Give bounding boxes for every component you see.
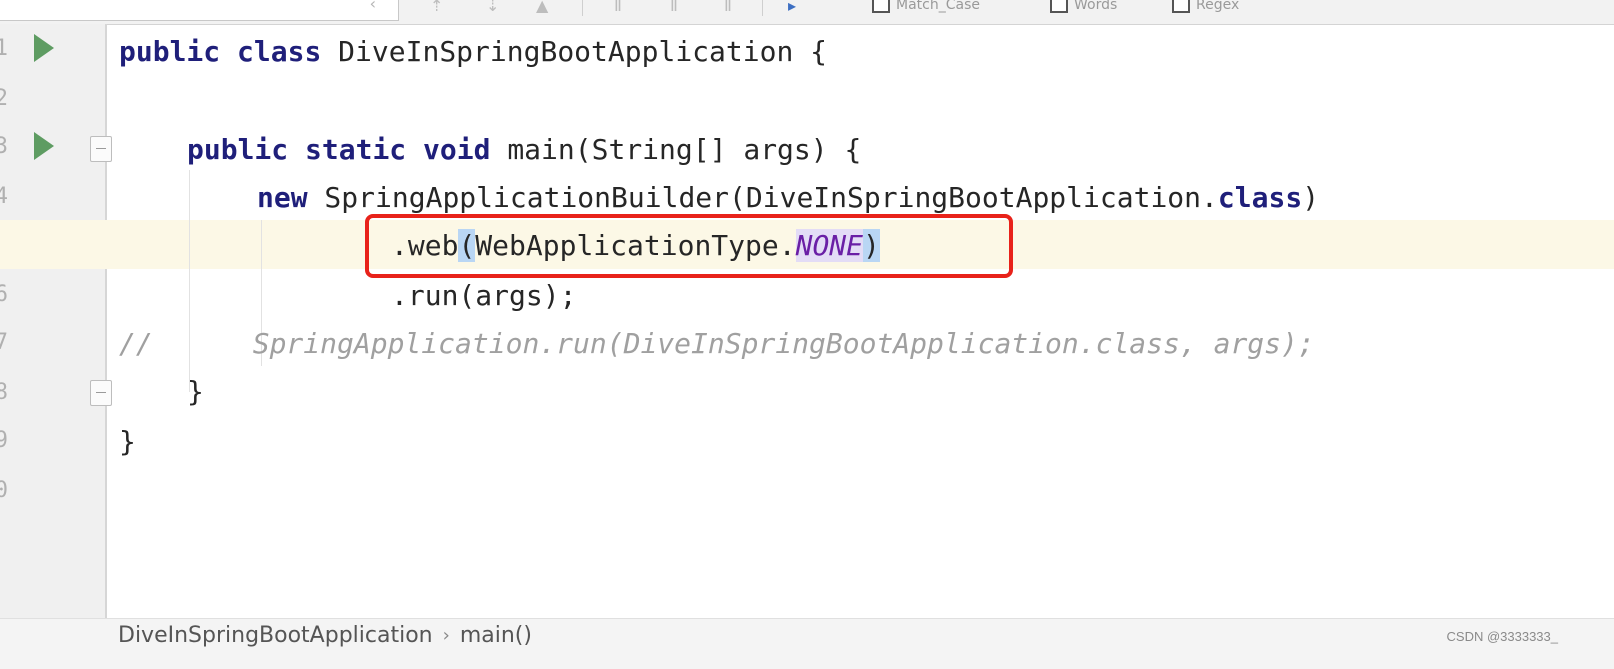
line-number: 0 (0, 478, 8, 503)
keyword: new (257, 181, 308, 214)
match-case-label: Match_Case (896, 0, 980, 13)
keyword: static (305, 133, 407, 166)
line-number: 2 (0, 86, 8, 111)
code-line-1: public class DiveInSpringBootApplication… (119, 28, 827, 76)
line-number: 8 (0, 380, 8, 405)
keyword: void (423, 133, 491, 166)
search-input[interactable]: ‹ (0, 0, 399, 21)
breadcrumb-item-method[interactable]: main() (460, 623, 532, 648)
closing-brace: } (187, 375, 204, 408)
prev-occurrence-icon[interactable]: ⇡ (430, 0, 443, 15)
code-text: main(String[] args) { (490, 133, 862, 166)
code-line-9: } (119, 418, 136, 466)
chevron-left-icon[interactable]: ‹ (370, 0, 376, 13)
words-checkbox[interactable]: Words (1050, 0, 1117, 14)
keyword: class (237, 35, 322, 68)
code-text: ) (1302, 181, 1320, 214)
find-toolbar: ‹ ⇡ ⇣ ▲ Ⅱ Ⅱ Ⅱ ▸ Match_Case Words Regex (0, 0, 1614, 25)
regex-checkbox[interactable]: Regex (1172, 0, 1239, 14)
line-number: 7 (0, 330, 8, 355)
code-line-7: // SpringApplication.run(DiveInSpringBoot… (119, 320, 1315, 368)
regex-label: Regex (1196, 0, 1240, 13)
keyword: class (1217, 181, 1303, 214)
line-number: 3 (0, 134, 8, 159)
words-label: Words (1074, 0, 1118, 13)
code-text: .run(args); (391, 279, 577, 312)
breadcrumb-separator: › (442, 625, 450, 646)
breadcrumb-item-class[interactable]: DiveInSpringBootApplication (118, 623, 433, 648)
breadcrumb: DiveInSpringBootApplication › main() (118, 623, 532, 648)
code-text: SpringApplicationBuilder(DiveInSpringBoo… (307, 181, 1218, 214)
line-number: 6 (0, 282, 8, 307)
checkbox-icon (1172, 0, 1190, 13)
editor-gutter: 1 2 3 4 5 6 7 8 9 0 (0, 24, 112, 618)
keyword: public (187, 133, 289, 166)
run-icon[interactable] (34, 132, 54, 160)
toolbar-divider (762, 0, 763, 16)
status-bar: DiveInSpringBootApplication › main() CSD… (0, 618, 1614, 669)
code-editor[interactable]: public class DiveInSpringBootApplication… (0, 24, 1614, 618)
line-number: 1 (0, 36, 8, 61)
add-occurrence-icon[interactable]: Ⅱ (614, 0, 622, 15)
comment-text: SpringApplication.run(DiveInSpringBootAp… (252, 327, 1315, 360)
code-line-6: .run(args); (391, 272, 576, 320)
comment-slashes: // (119, 327, 153, 360)
line-number: 9 (0, 428, 8, 453)
line-number: 4 (0, 184, 8, 209)
code-line-8: } (187, 368, 204, 416)
select-all-icon[interactable]: ▲ (536, 0, 548, 15)
filter-icon[interactable]: ▸ (788, 0, 796, 15)
checkbox-icon (1050, 0, 1068, 13)
toggle-occurrence-icon[interactable]: Ⅱ (724, 0, 732, 15)
next-occurrence-icon[interactable]: ⇣ (486, 0, 499, 15)
code-text: DiveInSpringBootApplication { (321, 35, 828, 68)
watermark: CSDN @3333333_ (1446, 629, 1558, 644)
highlight-annotation-box (365, 214, 1013, 278)
closing-brace: } (119, 425, 136, 458)
toolbar-divider (582, 0, 583, 16)
remove-occurrence-icon[interactable]: Ⅱ (670, 0, 678, 15)
match-case-checkbox[interactable]: Match_Case (872, 0, 980, 14)
run-icon[interactable] (34, 34, 54, 62)
keyword: public (119, 35, 221, 68)
code-line-3: public static void main(String[] args) { (187, 126, 861, 174)
checkbox-icon (872, 0, 890, 13)
